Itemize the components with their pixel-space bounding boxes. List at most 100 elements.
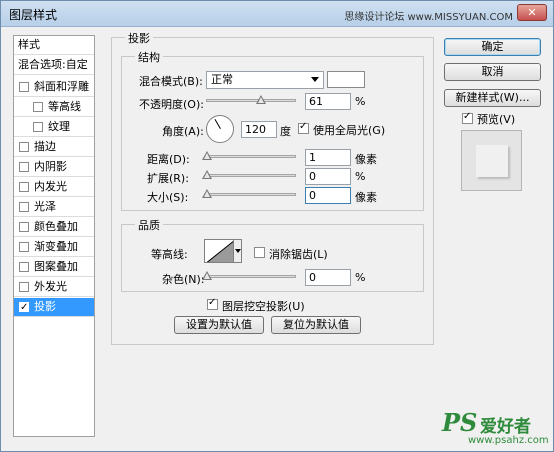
- structure-title: 结构: [135, 49, 163, 65]
- knockout-label: 图层挖空投影(U): [222, 300, 305, 313]
- logo-name: 爱好者: [480, 417, 531, 437]
- watermark-text: 思缘设计论坛 www.MISSYUAN.COM: [344, 12, 513, 23]
- style-item-label: 纹理: [48, 120, 70, 133]
- noise-input[interactable]: 0: [305, 269, 351, 286]
- style-item-label: 内发光: [34, 180, 67, 193]
- blend-mode-value: 正常: [211, 73, 233, 86]
- noise-slider[interactable]: [202, 271, 296, 280]
- distance-input[interactable]: 1: [305, 149, 351, 166]
- style-item-color-overlay[interactable]: 颜色叠加: [14, 218, 94, 237]
- style-item-label: 渐变叠加: [34, 240, 78, 253]
- blend-options-label: 混合选项:自定: [18, 58, 88, 71]
- blend-mode-select[interactable]: 正常: [206, 71, 324, 89]
- style-item-stroke[interactable]: 描边: [14, 138, 94, 157]
- close-button[interactable]: ✕: [517, 4, 547, 21]
- style-item-label: 等高线: [48, 100, 81, 113]
- style-item-pattern-overlay[interactable]: 图案叠加: [14, 258, 94, 277]
- blend-options-item[interactable]: 混合选项:自定: [14, 56, 94, 75]
- style-item-inner-shadow[interactable]: 内阴影: [14, 158, 94, 177]
- quality-title: 品质: [135, 217, 163, 233]
- title-bar[interactable]: 图层样式 思缘设计论坛 www.MISSYUAN.COM ✕: [1, 1, 553, 27]
- style-item-drop-shadow[interactable]: 投影: [14, 298, 94, 317]
- angle-unit: 度: [280, 125, 291, 138]
- preview-checkbox[interactable]: [462, 111, 473, 124]
- distance-label: 距离(D):: [147, 153, 190, 166]
- style-item-satin[interactable]: 光泽: [14, 198, 94, 217]
- style-list-header[interactable]: 样式: [14, 36, 94, 55]
- style-checkbox[interactable]: [19, 202, 29, 212]
- style-list: 样式 混合选项:自定 斜面和浮雕 等高线 纹理 描边 内阴影 内发光 光泽 颜色…: [13, 35, 95, 437]
- dialog-title: 图层样式: [9, 8, 58, 22]
- new-style-button[interactable]: 新建样式(W)...: [444, 89, 541, 107]
- angle-label: 角度(A):: [162, 125, 204, 138]
- knockout-checkbox[interactable]: [207, 297, 218, 310]
- contour-curve-icon: [206, 240, 233, 262]
- noise-slider-thumb[interactable]: [202, 271, 212, 280]
- contour-picker[interactable]: [204, 239, 234, 263]
- style-item-outer-glow[interactable]: 外发光: [14, 278, 94, 297]
- style-checkbox[interactable]: [19, 142, 29, 152]
- angle-input[interactable]: 120: [241, 121, 277, 138]
- style-item-label: 颜色叠加: [34, 220, 78, 233]
- anti-aliased-checkbox[interactable]: [254, 247, 265, 258]
- angle-dial[interactable]: [206, 115, 234, 143]
- global-light-label: 使用全局光(G): [313, 124, 386, 137]
- distance-slider-thumb[interactable]: [202, 151, 212, 160]
- style-list-header-label: 样式: [18, 38, 40, 51]
- style-item-bevel[interactable]: 斜面和浮雕: [14, 78, 94, 97]
- size-label: 大小(S):: [147, 191, 189, 204]
- shadow-color-swatch[interactable]: [327, 71, 365, 88]
- style-item-label: 外发光: [34, 280, 67, 293]
- noise-label: 杂色(N):: [162, 273, 205, 286]
- style-item-label: 内阴影: [34, 160, 67, 173]
- style-item-label: 斜面和浮雕: [34, 80, 89, 93]
- noise-unit: %: [355, 271, 366, 284]
- opacity-label: 不透明度(O):: [139, 98, 204, 111]
- distance-unit: 像素: [355, 153, 377, 166]
- size-unit: 像素: [355, 191, 377, 204]
- contour-dropdown-button[interactable]: [233, 239, 242, 263]
- spread-slider[interactable]: [202, 170, 296, 179]
- style-item-label: 图案叠加: [34, 260, 78, 273]
- anti-aliased-label: 消除锯齿(L): [269, 248, 328, 261]
- preview-swatch: [476, 145, 508, 177]
- make-default-button[interactable]: 设置为默认值: [174, 316, 264, 334]
- style-checkbox[interactable]: [19, 222, 29, 232]
- style-item-gradient-overlay[interactable]: 渐变叠加: [14, 238, 94, 257]
- style-checkbox[interactable]: [33, 122, 43, 132]
- style-preview: [461, 130, 522, 191]
- opacity-input[interactable]: 61: [305, 93, 351, 110]
- cancel-button[interactable]: 取消: [444, 63, 541, 81]
- logo-ps: PS: [442, 408, 478, 437]
- layer-style-dialog: 图层样式 思缘设计论坛 www.MISSYUAN.COM ✕ 样式 混合选项:自…: [0, 0, 554, 452]
- opacity-slider[interactable]: [206, 95, 296, 104]
- angle-dial-hand: [214, 118, 221, 129]
- spread-label: 扩展(R):: [147, 172, 189, 185]
- style-item-contour[interactable]: 等高线: [14, 98, 94, 117]
- logo-url: www.psahz.com: [468, 435, 549, 446]
- opacity-slider-thumb[interactable]: [255, 95, 266, 104]
- spread-slider-thumb[interactable]: [202, 170, 212, 179]
- global-light-checkbox[interactable]: [298, 121, 309, 134]
- style-checkbox[interactable]: [19, 162, 29, 172]
- style-checkbox[interactable]: [33, 102, 43, 112]
- size-input[interactable]: 0: [305, 187, 351, 204]
- size-slider[interactable]: [202, 189, 296, 198]
- style-checkbox[interactable]: [19, 242, 29, 252]
- reset-default-button[interactable]: 复位为默认值: [271, 316, 361, 334]
- ok-button[interactable]: 确定: [444, 38, 541, 56]
- style-checkbox[interactable]: [19, 82, 29, 92]
- style-checkbox[interactable]: [19, 282, 29, 292]
- size-slider-thumb[interactable]: [202, 189, 212, 198]
- contour-label: 等高线:: [151, 248, 188, 261]
- style-item-label: 投影: [34, 300, 56, 313]
- spread-input[interactable]: 0: [305, 168, 351, 185]
- style-item-texture[interactable]: 纹理: [14, 118, 94, 137]
- style-checkbox[interactable]: [19, 262, 29, 272]
- style-item-label: 描边: [34, 140, 56, 153]
- style-checkbox[interactable]: [19, 299, 29, 317]
- style-item-inner-glow[interactable]: 内发光: [14, 178, 94, 197]
- distance-slider[interactable]: [202, 151, 296, 160]
- style-checkbox[interactable]: [19, 182, 29, 192]
- chevron-down-icon: [311, 77, 319, 82]
